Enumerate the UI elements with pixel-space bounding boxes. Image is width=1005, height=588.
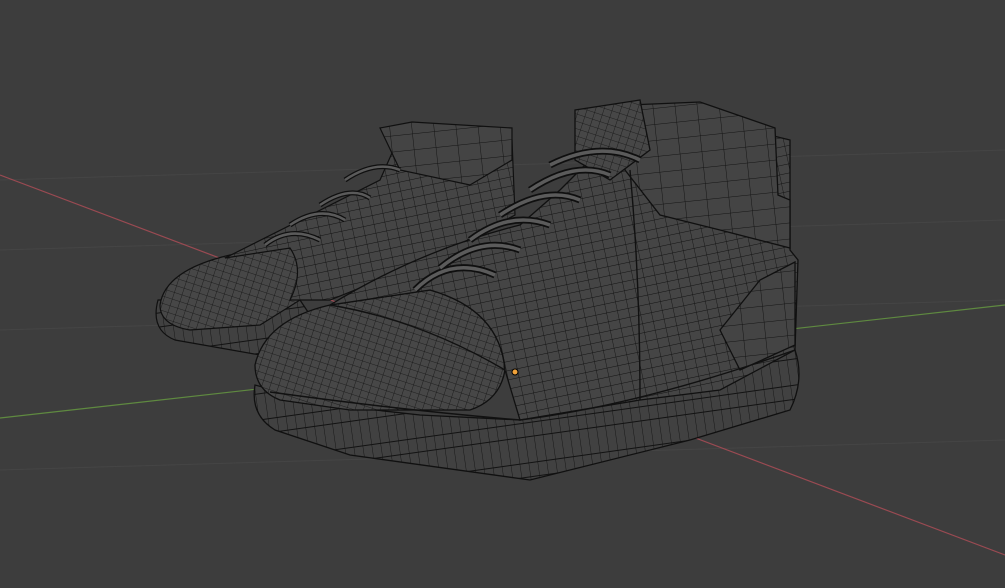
- viewport-canvas[interactable]: [0, 0, 1005, 588]
- 3d-viewport[interactable]: [0, 0, 1005, 588]
- object-origin-icon[interactable]: [511, 368, 519, 376]
